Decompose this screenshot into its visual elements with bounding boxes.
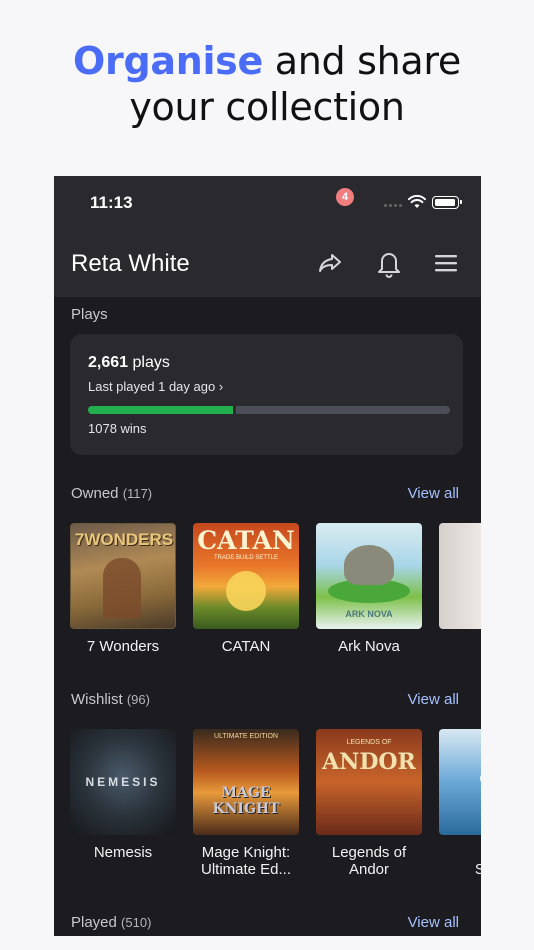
plays-count-suffix: plays bbox=[128, 354, 170, 371]
wishlist-carousel: NEMESIS Nemesis ULTIMATE EDITION MAGE KN… bbox=[70, 729, 481, 899]
wishlist-label: Wishlist bbox=[71, 691, 123, 708]
game-title: Legends of Andor bbox=[331, 844, 407, 878]
game-tile[interactable]: LEGENDS OF ANDOR Legends of Andor bbox=[316, 729, 422, 878]
headline-accent: Organise bbox=[73, 39, 263, 83]
owned-count: (117) bbox=[122, 486, 153, 501]
plays-card[interactable]: 2,661 plays Last played 1 day ago › 1078… bbox=[70, 334, 463, 455]
cover-subtitle: ULTIMATE EDITION bbox=[214, 733, 278, 740]
cover-title: ARK NOVA bbox=[345, 609, 393, 619]
played-view-all-link[interactable]: View all bbox=[408, 914, 459, 931]
plays-count-number: 2,661 bbox=[88, 354, 129, 371]
owned-section-label: Owned (117) bbox=[71, 485, 152, 502]
game-cover-nemesis: NEMESIS bbox=[70, 729, 176, 835]
wifi-icon bbox=[408, 195, 426, 208]
plays-section-label: Plays bbox=[71, 306, 108, 323]
wins-progress-fill bbox=[88, 406, 237, 414]
played-count: (510) bbox=[121, 915, 152, 930]
signal-icon bbox=[384, 204, 402, 207]
headline-rest: and share bbox=[262, 39, 462, 83]
game-cover-partial bbox=[439, 523, 481, 629]
wishlist-count: (96) bbox=[126, 692, 150, 707]
headline-line-1: Organise and share bbox=[0, 38, 534, 84]
cover-title: MAGE KNIGHT bbox=[212, 785, 280, 817]
owned-view-all-link[interactable]: View all bbox=[408, 485, 459, 502]
game-title: CATAN bbox=[221, 638, 271, 655]
status-bar: 11:13 bbox=[54, 176, 481, 230]
game-title: Ec Seco bbox=[474, 861, 481, 878]
wishlist-section-label: Wishlist (96) bbox=[71, 691, 150, 708]
played-label: Played bbox=[71, 914, 117, 931]
cover-title: CATAN bbox=[197, 526, 295, 555]
game-title: Ark Nova bbox=[338, 638, 400, 655]
cover-title: NEMESIS bbox=[85, 775, 161, 789]
profile-name: Reta White bbox=[71, 250, 190, 277]
cover-title: 7WONDERS bbox=[74, 530, 174, 549]
owned-carousel: 7WONDERS 7 Wonders CATAN TRADE BUILD SET… bbox=[70, 523, 481, 693]
app-bar: Reta White bbox=[54, 230, 481, 297]
cover-title: CL bbox=[439, 771, 481, 786]
wins-progress-bar bbox=[88, 406, 450, 414]
game-cover-legends-of-andor: LEGENDS OF ANDOR bbox=[316, 729, 422, 835]
game-tile[interactable]: ULTIMATE EDITION MAGE KNIGHT Mage Knight… bbox=[193, 729, 299, 878]
last-played-link[interactable]: Last played 1 day ago › bbox=[88, 379, 223, 394]
game-tile[interactable]: C bbox=[439, 523, 481, 655]
game-title: Mage Knight: Ultimate Ed... bbox=[200, 844, 292, 878]
played-section-label: Played (510) bbox=[71, 914, 151, 931]
game-cover-partial: CL bbox=[439, 729, 481, 835]
promo-headline: Organise and share your collection bbox=[0, 38, 534, 130]
game-cover-catan: CATAN TRADE BUILD SETTLE bbox=[193, 523, 299, 629]
phone-screen: 11:13 Reta White Plays 2,661 plays Last … bbox=[54, 176, 481, 936]
cover-title: ANDOR bbox=[322, 749, 416, 775]
battery-icon bbox=[432, 196, 462, 209]
game-tile[interactable]: CL Ec Seco bbox=[439, 729, 481, 878]
game-title: Nemesis bbox=[93, 844, 153, 861]
hamburger-menu-icon[interactable] bbox=[434, 252, 458, 274]
game-cover-ark-nova: ARK NOVA bbox=[316, 523, 422, 629]
cover-subtitle: LEGENDS OF bbox=[346, 739, 392, 746]
game-cover-7-wonders: 7WONDERS bbox=[70, 523, 176, 629]
game-tile[interactable]: CATAN TRADE BUILD SETTLE CATAN bbox=[193, 523, 299, 655]
game-cover-mage-knight: ULTIMATE EDITION MAGE KNIGHT bbox=[193, 729, 299, 835]
share-icon[interactable] bbox=[316, 249, 344, 277]
owned-label: Owned bbox=[71, 485, 119, 502]
notifications-bell-icon[interactable] bbox=[374, 247, 404, 279]
status-time: 11:13 bbox=[90, 193, 133, 212]
cover-subtitle: TRADE BUILD SETTLE bbox=[213, 555, 278, 561]
headline-line-2: your collection bbox=[129, 85, 405, 129]
game-tile[interactable]: ARK NOVA Ark Nova bbox=[316, 523, 422, 655]
game-tile[interactable]: NEMESIS Nemesis bbox=[70, 729, 176, 861]
game-title: C bbox=[439, 638, 481, 655]
plays-count: 2,661 plays bbox=[88, 354, 170, 372]
notification-badge: 4 bbox=[336, 188, 354, 206]
game-tile[interactable]: 7WONDERS 7 Wonders bbox=[70, 523, 176, 655]
wins-count: 1078 wins bbox=[88, 421, 147, 436]
game-title: 7 Wonders bbox=[86, 638, 160, 655]
wishlist-view-all-link[interactable]: View all bbox=[408, 691, 459, 708]
